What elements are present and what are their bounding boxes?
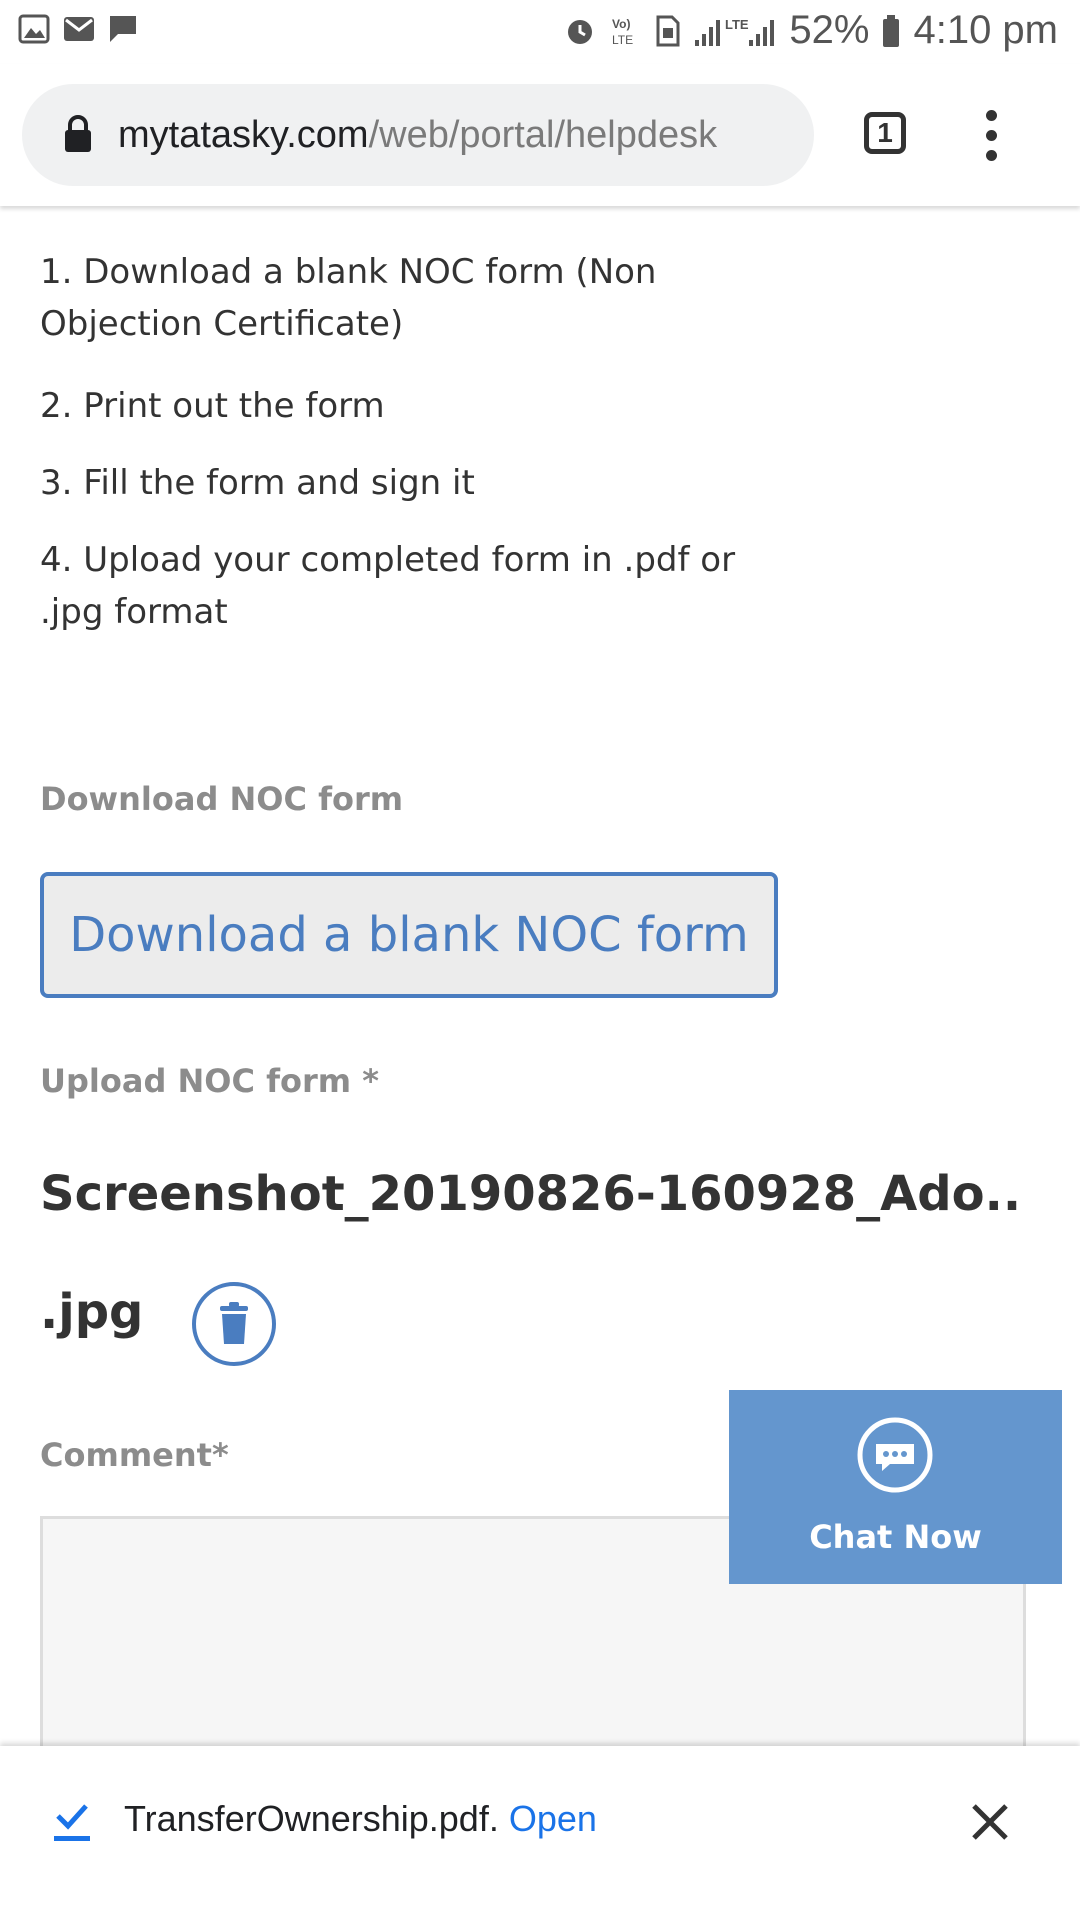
- url-domain: mytatasky.com: [118, 114, 369, 156]
- clock: 4:10 pm: [913, 8, 1058, 52]
- svg-text:Vo): Vo): [612, 17, 630, 31]
- step-4: 4. Upload your completed form in .pdf or…: [40, 540, 736, 632]
- comment-label: Comment*: [40, 1436, 229, 1474]
- svg-text:LTE: LTE: [725, 17, 749, 32]
- step-3: 3. Fill the form and sign it: [40, 463, 475, 503]
- battery-icon: [883, 14, 900, 47]
- notification-icons: [18, 14, 138, 44]
- download-noc-label: Download NOC form: [40, 780, 404, 818]
- uploaded-filename: Screenshot_20190826-160928_Ado..: [40, 1166, 1022, 1222]
- uploaded-file-extension: .jpg: [40, 1284, 144, 1340]
- alarm-icon: [568, 19, 593, 44]
- system-status: Vo) LTE LTE 52% 4:10 pm: [563, 8, 1058, 53]
- screen: Vo) LTE LTE 52% 4:10 pm mytatasky.com/we…: [0, 0, 1080, 1920]
- browser-toolbar: mytatasky.com/web/portal/helpdesk 1: [0, 64, 1080, 206]
- open-download-link[interactable]: Open: [509, 1798, 597, 1839]
- close-icon[interactable]: [968, 1800, 1012, 1844]
- svg-text:LTE: LTE: [612, 33, 633, 47]
- step-2: 2. Print out the form: [40, 386, 385, 426]
- more-options-icon[interactable]: [972, 108, 1012, 164]
- tab-switcher-button[interactable]: 1: [864, 112, 906, 154]
- signal-icon: LTE: [695, 17, 775, 46]
- chat-now-button[interactable]: Chat Now: [729, 1390, 1062, 1584]
- step-1: 1. Download a blank NOC form (Non Object…: [40, 252, 657, 344]
- battery-percent: 52%: [789, 8, 870, 52]
- url-text[interactable]: mytatasky.com/web/portal/helpdesk: [118, 110, 717, 160]
- url-path: /web/portal/helpdesk: [368, 114, 718, 156]
- sim-icon: [656, 15, 680, 46]
- trash-icon: [220, 1302, 248, 1344]
- download-complete-bar: TransferOwnership.pdf. Open: [0, 1746, 1080, 1920]
- chat-now-label: Chat Now: [809, 1518, 982, 1556]
- status-bar: Vo) LTE LTE 52% 4:10 pm: [0, 0, 1080, 64]
- image-icon: [18, 14, 50, 44]
- message-icon: [110, 16, 136, 42]
- volte-icon: Vo) LTE: [612, 17, 633, 47]
- downloaded-filename: TransferOwnership.pdf.: [124, 1798, 499, 1839]
- delete-file-button[interactable]: [192, 1282, 276, 1366]
- chat-bubble-icon: [857, 1417, 933, 1493]
- download-blank-noc-button[interactable]: Download a blank NOC form: [40, 872, 778, 998]
- address-bar[interactable]: mytatasky.com/web/portal/helpdesk: [22, 84, 814, 186]
- lock-icon: [65, 115, 91, 152]
- mail-icon: [64, 17, 94, 41]
- download-done-icon: [54, 1804, 90, 1841]
- upload-noc-label: Upload NOC form *: [40, 1062, 379, 1100]
- download-message: TransferOwnership.pdf. Open: [124, 1798, 597, 1840]
